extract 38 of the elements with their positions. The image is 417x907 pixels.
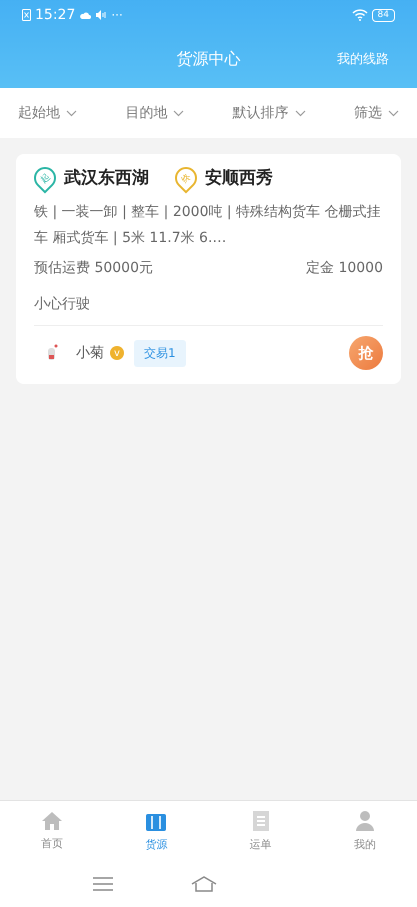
tab-bar-item[interactable]: 首页 bbox=[0, 801, 104, 861]
avatar-icon bbox=[46, 343, 58, 363]
battery-indicator: 84 bbox=[372, 8, 395, 22]
home-outline-icon[interactable] bbox=[190, 875, 218, 893]
status-time: 15:27 bbox=[35, 7, 76, 23]
speaker-icon bbox=[95, 10, 108, 20]
sim-icon bbox=[22, 9, 31, 21]
verified-badge: v bbox=[110, 346, 124, 360]
wifi-icon bbox=[352, 9, 368, 21]
deposit-amount: 定金 10000 bbox=[306, 259, 383, 277]
chevron-down-icon bbox=[388, 110, 399, 116]
filter-dropdown[interactable]: 起始地 bbox=[18, 104, 77, 122]
tab-bar-item[interactable]: 运单 bbox=[208, 801, 313, 861]
status-more: ··· bbox=[111, 8, 123, 22]
cargo-card[interactable]: 起 武汉东西湖 终 安顺西秀 铁 | 一装一卸 | 整车 | 2000吨 | 特殊结构货车 仓栅式挂车 厢式货车 | 5米 11.7米 6.… 预估运费 50000元 定金 10000 小心行驶 小菊 v 交易1 抢 bbox=[16, 154, 401, 384]
filter-dropdown[interactable]: 筛选 bbox=[354, 104, 399, 122]
person-icon bbox=[354, 810, 375, 832]
tab-bar-item[interactable]: 货源 bbox=[104, 801, 208, 861]
menu-icon[interactable] bbox=[92, 876, 114, 892]
cargo-note: 小心行驶 bbox=[34, 295, 383, 326]
filter-dropdown[interactable]: 目的地 bbox=[125, 104, 184, 122]
grab-order-button[interactable]: 抢 bbox=[349, 336, 383, 370]
user-name: 小菊 bbox=[76, 344, 104, 362]
tab-bar-item[interactable]: 我的 bbox=[312, 801, 417, 861]
cloud-icon bbox=[79, 10, 92, 20]
chevron-down-icon bbox=[294, 110, 306, 116]
chevron-down-icon bbox=[173, 110, 184, 116]
destination-city: 安顺西秀 bbox=[205, 167, 273, 189]
filter-dropdown[interactable]: 默认排序 bbox=[232, 104, 306, 122]
cargo-details: 铁 | 一装一卸 | 整车 | 2000吨 | 特殊结构货车 仓栅式挂车 厢式货车 | 5米 11.7米 6.… bbox=[34, 203, 382, 248]
my-routes-link[interactable]: 我的线路 bbox=[337, 50, 389, 68]
chevron-down-icon bbox=[66, 110, 77, 116]
page-title: 货源中心 bbox=[176, 48, 240, 70]
home-icon bbox=[41, 811, 64, 831]
origin-city: 武汉东西湖 bbox=[64, 167, 149, 189]
document-icon bbox=[250, 810, 271, 832]
trade-count-tag: 交易1 bbox=[134, 340, 186, 366]
estimated-freight: 预估运费 50000元 bbox=[34, 259, 153, 277]
